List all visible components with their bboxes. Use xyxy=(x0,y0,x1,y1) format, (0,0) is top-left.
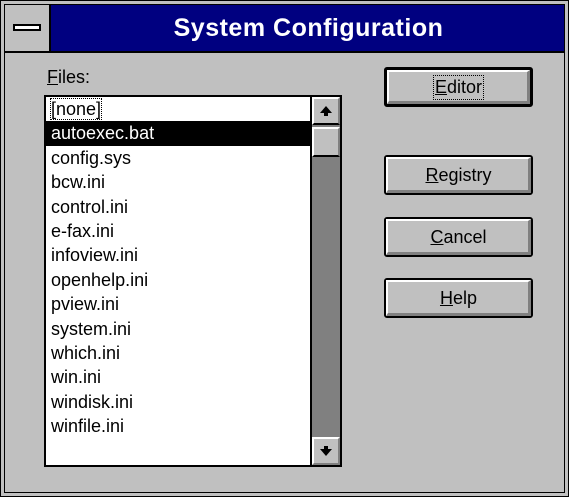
editor-button[interactable]: Editor xyxy=(384,67,533,107)
editor-button-label: Editor xyxy=(432,74,485,100)
file-list-item[interactable]: infoview.ini xyxy=(46,243,310,267)
scroll-thumb[interactable] xyxy=(312,127,340,157)
file-list-item[interactable]: e-fax.ini xyxy=(46,219,310,243)
file-list-item-label: system.ini xyxy=(51,318,132,339)
help-label-text: elp xyxy=(452,287,478,308)
arrow-up-icon xyxy=(314,99,338,123)
file-list-item-label: which.ini xyxy=(51,342,121,363)
file-list-item[interactable]: windisk.ini xyxy=(46,390,310,414)
file-list-item-label: win.ini xyxy=(51,367,102,388)
file-list-item[interactable]: win.ini xyxy=(46,365,310,389)
registry-mnemonic: R xyxy=(425,164,439,185)
scroll-up-button[interactable] xyxy=(312,97,340,125)
registry-button-label: Registry xyxy=(425,165,491,186)
files-label: Files: xyxy=(47,67,90,88)
registry-label-text: egistry xyxy=(438,164,492,185)
file-list-item-label: openhelp.ini xyxy=(51,269,149,290)
help-button-label: Help xyxy=(440,288,477,309)
files-vertical-scrollbar[interactable] xyxy=(310,97,340,465)
scroll-down-button[interactable] xyxy=(312,437,340,465)
cancel-button-label: Cancel xyxy=(430,227,486,248)
editor-mnemonic: E xyxy=(434,76,447,97)
files-listbox[interactable]: [none] autoexec.bat config.sys bcw.ini contr… xyxy=(44,95,342,467)
file-list-item-label: control.ini xyxy=(51,196,129,217)
file-list-item-label: config.sys xyxy=(51,147,132,168)
help-button[interactable]: Help xyxy=(384,278,533,318)
files-label-text: iles: xyxy=(58,67,91,87)
system-menu-bar-glyph xyxy=(13,24,41,31)
file-list-item[interactable]: pview.ini xyxy=(46,292,310,316)
file-list-item-label: windisk.ini xyxy=(51,391,134,412)
cancel-button[interactable]: Cancel xyxy=(384,217,533,257)
file-list-item-label: e-fax.ini xyxy=(51,220,115,241)
files-list[interactable]: [none] autoexec.bat config.sys bcw.ini contr… xyxy=(46,97,310,465)
window-title: System Configuration xyxy=(173,14,444,42)
file-list-item-label: pview.ini xyxy=(51,294,120,315)
file-list-item-label: bcw.ini xyxy=(51,172,106,193)
help-mnemonic: H xyxy=(439,287,453,308)
registry-button[interactable]: Registry xyxy=(384,155,533,195)
file-list-item-label: [none] xyxy=(49,98,103,120)
file-list-item[interactable]: control.ini xyxy=(46,195,310,219)
files-label-mnemonic: F xyxy=(47,67,58,87)
arrow-down-icon xyxy=(314,439,338,463)
system-configuration-window: System Configuration Files: [none] autoex… xyxy=(0,0,569,497)
file-list-item-label: autoexec.bat xyxy=(51,123,155,144)
file-list-item[interactable]: openhelp.ini xyxy=(46,268,310,292)
editor-label-text: ditor xyxy=(447,76,483,97)
file-list-item[interactable]: autoexec.bat xyxy=(46,121,310,146)
file-list-item-label: winfile.ini xyxy=(51,416,125,437)
file-list-item[interactable]: system.ini xyxy=(46,317,310,341)
cancel-label-text: ancel xyxy=(443,226,487,247)
file-list-item-label: infoview.ini xyxy=(51,245,139,266)
file-list-item[interactable]: winfile.ini xyxy=(46,414,310,438)
cancel-mnemonic: C xyxy=(430,226,444,247)
file-list-item[interactable]: which.ini xyxy=(46,341,310,365)
file-list-item[interactable]: bcw.ini xyxy=(46,170,310,194)
file-list-item[interactable]: config.sys xyxy=(46,146,310,170)
file-list-item[interactable]: [none] xyxy=(46,97,310,121)
system-menu-icon[interactable] xyxy=(5,5,51,51)
title-bar[interactable]: System Configuration xyxy=(5,5,564,53)
